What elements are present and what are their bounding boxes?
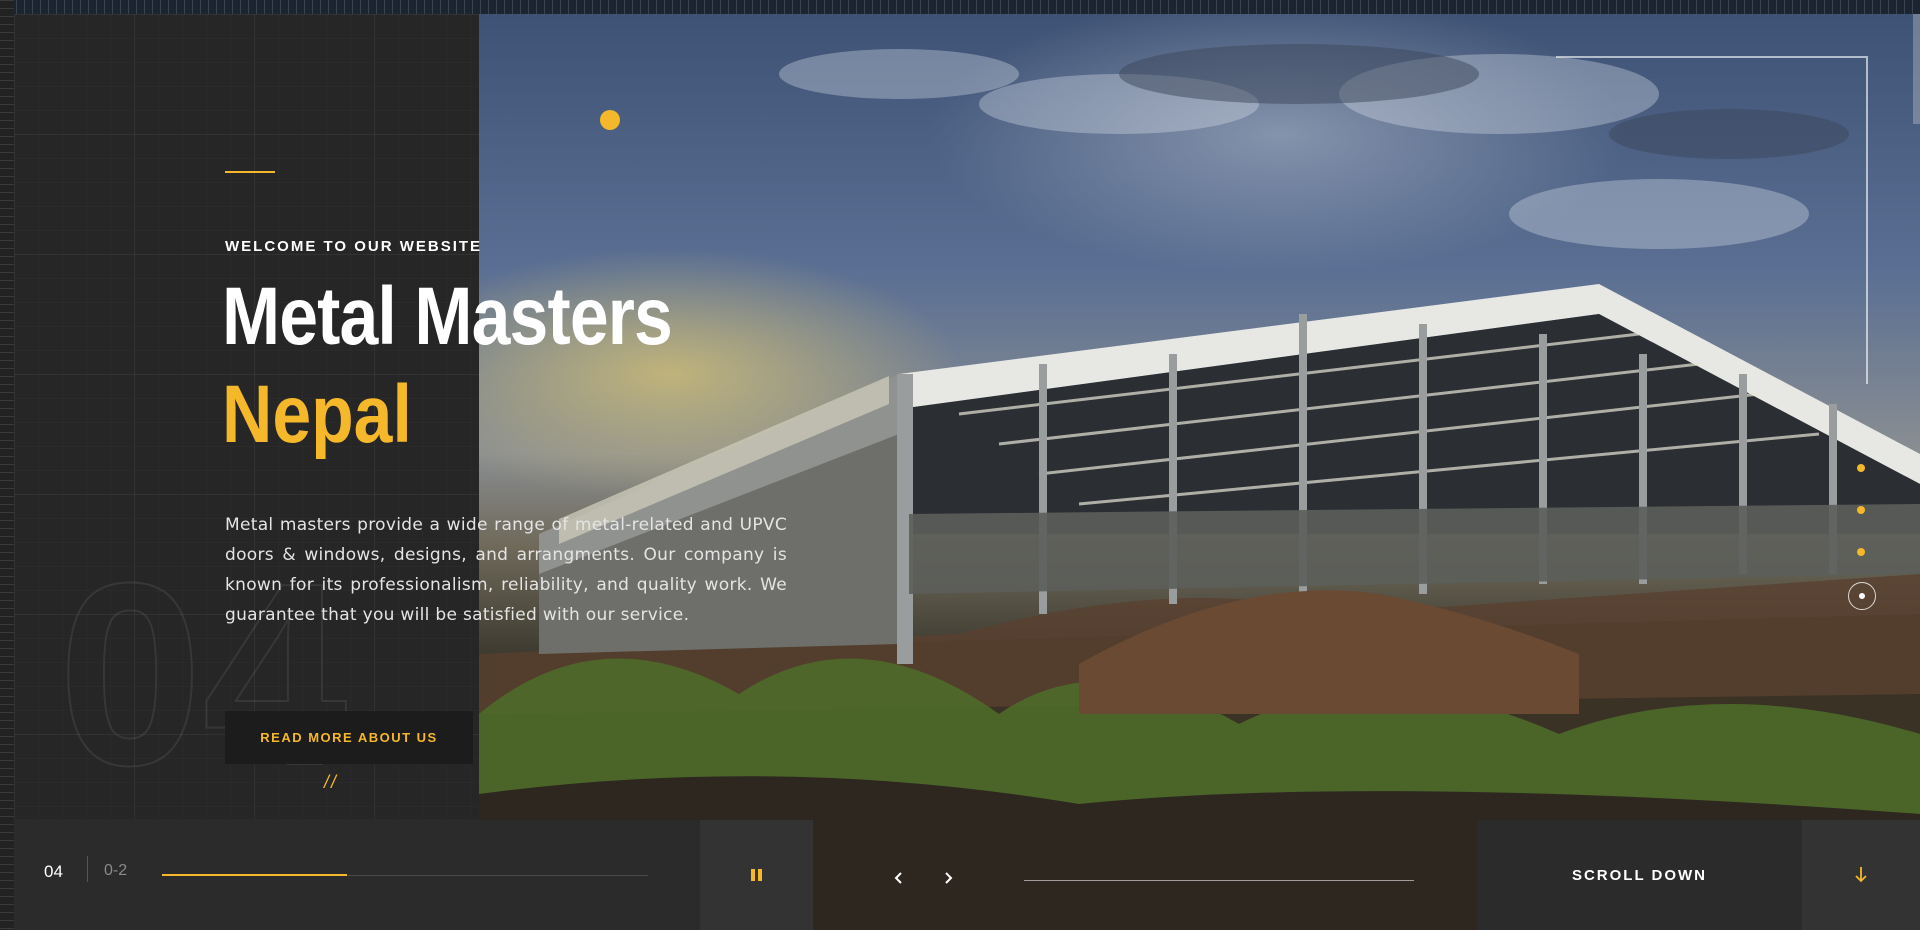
slide-current: 04 <box>44 862 63 881</box>
slide-dot-3[interactable] <box>1857 548 1865 556</box>
scroll-down-arrow-button[interactable] <box>1802 820 1920 930</box>
slide-progress-track <box>162 874 648 876</box>
hero-title-line2: Nepal <box>222 369 412 460</box>
chevron-left-icon <box>894 872 902 884</box>
hero-title-line1: Metal Masters <box>222 271 673 362</box>
slide-dot-2[interactable] <box>1857 506 1865 514</box>
left-ruler <box>0 0 14 930</box>
accent-dash <box>225 171 275 173</box>
hero-frame-lines <box>1556 56 1868 384</box>
top-ruler <box>0 0 1920 14</box>
slide-counter-bar: 04 0-2 <box>14 820 700 930</box>
chevron-right-icon <box>945 872 953 884</box>
prev-slide-button[interactable] <box>887 866 911 890</box>
slide-dot-4-active[interactable] <box>1848 582 1876 610</box>
slider-track-line <box>1024 880 1414 881</box>
slide-progress-fill <box>162 874 347 876</box>
welcome-eyebrow: WELCOME TO OUR WEBSITE <box>225 238 483 255</box>
scroll-down-label: SCROLL DOWN <box>1571 866 1708 884</box>
yellow-accent-dot <box>600 110 620 130</box>
slide-dot-1[interactable] <box>1857 464 1865 472</box>
hero-image <box>479 14 1920 930</box>
arrow-down-icon <box>1855 867 1867 883</box>
read-more-button[interactable]: READ MORE ABOUT US <box>225 711 473 764</box>
hero-description: Metal masters provide a wide range of me… <box>225 515 787 625</box>
pause-icon <box>751 869 762 881</box>
decor-slashes: // <box>324 772 339 792</box>
scroll-down-button[interactable]: SCROLL DOWN <box>1477 820 1802 930</box>
next-slide-button[interactable] <box>936 866 960 890</box>
counter-divider <box>87 856 88 882</box>
page-scrollbar[interactable] <box>1913 14 1920 124</box>
slide-total: 0-2 <box>104 862 128 879</box>
pause-button[interactable] <box>700 820 813 930</box>
